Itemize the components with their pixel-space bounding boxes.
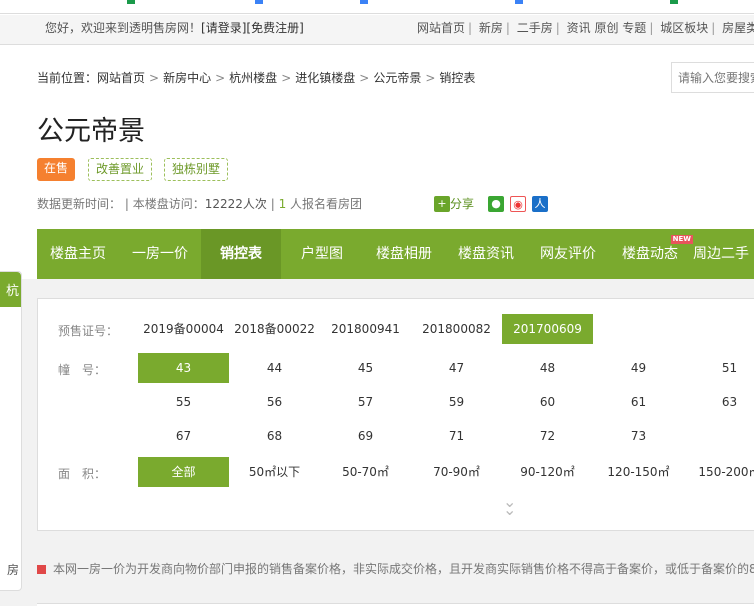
tab-updates-label: 楼盘动态 [622, 246, 678, 262]
top-bar: 您好，欢迎来到透明售房网！[请登录][免费注册] 网站首页 | 新房 | 二手房 | … [0, 15, 754, 45]
tab-sales-table[interactable]: 销控表 [201, 229, 281, 279]
area-option[interactable]: 150-200㎡ [684, 457, 754, 487]
tab-news[interactable]: 楼盘资讯 [445, 229, 527, 279]
renren-icon[interactable]: 人 [532, 195, 549, 212]
top-link-news[interactable]: 资讯 原创 专题 [567, 21, 647, 35]
breadcrumb-item: 销控表 [439, 71, 476, 85]
building-option[interactable]: 72 [502, 421, 593, 451]
building-option[interactable]: 55 [138, 387, 229, 417]
building-option[interactable]: 59 [411, 387, 502, 417]
expand-chevron-icon[interactable]: ⌄ ⌄ [503, 494, 516, 518]
register-link[interactable]: [免费注册] [246, 21, 303, 35]
status-badge: 在售 [37, 158, 76, 181]
tab-home[interactable]: 楼盘主页 [37, 229, 119, 279]
breadcrumb: 当前位置：网站首页 > 新房中心 > 杭州楼盘 > 进化镇楼盘 > 公元帝景 > 销控表 [37, 71, 476, 85]
filter-panel: 预售证号： 幢 号： 面 积： ⌄ ⌄ 2019备00004 2018备00022 2… [37, 298, 754, 531]
building-option[interactable]: 68 [229, 421, 320, 451]
breadcrumb-item[interactable]: 公元帝景 [373, 71, 421, 85]
tag-upgrade: 改善置业 [88, 158, 153, 181]
top-link-type[interactable]: 房屋类别 [722, 21, 754, 35]
building-option[interactable]: 60 [502, 387, 593, 417]
top-links: 网站首页| 新房| 二手房| 资讯 原创 专题| 城区板块| 房屋类别 [417, 17, 754, 39]
visits-label: 本楼盘访问： [132, 197, 205, 211]
breadcrumb-item[interactable]: 杭州楼盘 [229, 71, 277, 85]
tab-floorplan[interactable]: 户型图 [281, 229, 363, 279]
building-option[interactable]: 57 [320, 387, 411, 417]
building-option[interactable]: 71 [411, 421, 502, 451]
permit-option[interactable]: 201700609 [502, 314, 593, 344]
building-option[interactable]: 56 [229, 387, 320, 417]
tab-album[interactable]: 楼盘相册 [363, 229, 445, 279]
top-link-new[interactable]: 新房 [479, 21, 503, 35]
top-link-secondhand[interactable]: 二手房 [517, 21, 553, 35]
building-option[interactable]: 69 [320, 421, 411, 451]
top-link-district[interactable]: 城区板块 [660, 21, 708, 35]
new-badge: NEW [670, 235, 693, 244]
signup-count: 1 [278, 197, 287, 211]
breadcrumb-item[interactable]: 新房中心 [163, 71, 211, 85]
search-input[interactable] [671, 62, 754, 93]
permit-option[interactable]: 2018备00022 [229, 314, 320, 344]
main-nav: 楼盘主页 一房一价 销控表 户型图 楼盘相册 楼盘资讯 网友评价 楼盘动态 NEW… [37, 229, 754, 279]
login-link[interactable]: [请登录] [201, 21, 246, 35]
note-marker-icon [37, 565, 46, 574]
share-button[interactable]: 分享 [450, 195, 474, 212]
building-option[interactable]: 63 [684, 387, 754, 417]
page-title: 公元帝景 [37, 116, 145, 147]
plus-icon[interactable]: + [434, 195, 450, 212]
visits-count: 12222人次 [204, 197, 267, 211]
update-time-label: 数据更新时间： [37, 197, 122, 211]
tab-price[interactable]: 一房一价 [119, 229, 201, 279]
signup-label: 人报名看房团 [290, 197, 363, 211]
tab-nearby[interactable]: 周边二手 [691, 229, 751, 279]
building-label: 幢 号： [58, 363, 107, 377]
browser-bookmark-strip [0, 0, 754, 14]
building-option[interactable]: 44 [229, 353, 320, 383]
wechat-icon[interactable]: ● [488, 195, 505, 212]
top-link-home[interactable]: 网站首页 [417, 21, 465, 35]
side-panel-text: 房 [6, 563, 19, 577]
breadcrumb-prefix: 当前位置： [37, 71, 98, 85]
tab-updates[interactable]: 楼盘动态 NEW [609, 229, 693, 279]
disclaimer-text: 本网一房一价为开发商向物价部门申报的销售备案价格，非实际成交价格，且开发商实际销… [53, 562, 754, 576]
side-panel: 杭 房 [0, 271, 22, 591]
permit-label: 预售证号： [58, 324, 119, 338]
area-option[interactable]: 全部 [138, 457, 229, 487]
stats-line: 数据更新时间： | 本楼盘访问：12222人次 | 1 人报名看房团 [37, 197, 363, 211]
permit-option[interactable]: 2019备00004 [138, 314, 229, 344]
building-option[interactable]: 43 [138, 353, 229, 383]
tag-villa: 独栋别墅 [164, 158, 229, 181]
breadcrumb-item[interactable]: 进化镇楼盘 [295, 71, 355, 85]
building-option[interactable]: 47 [411, 353, 502, 383]
breadcrumb-item[interactable]: 网站首页 [97, 71, 145, 85]
building-option[interactable]: 73 [593, 421, 684, 451]
area-option[interactable]: 70-90㎡ [411, 457, 502, 487]
area-option[interactable]: 50㎡以下 [229, 457, 320, 487]
building-option[interactable]: 51 [684, 353, 754, 383]
weibo-icon[interactable]: ◉ [510, 195, 527, 212]
permit-option[interactable]: 201800941 [320, 314, 411, 344]
price-disclaimer: 本网一房一价为开发商向物价部门申报的销售备案价格，非实际成交价格，且开发商实际销… [37, 560, 754, 577]
area-option[interactable]: 50-70㎡ [320, 457, 411, 487]
area-option[interactable]: 90-120㎡ [502, 457, 593, 487]
building-option[interactable]: 67 [138, 421, 229, 451]
building-option[interactable]: 49 [593, 353, 684, 383]
side-panel-header[interactable]: 杭 [0, 272, 21, 307]
building-option[interactable]: 45 [320, 353, 411, 383]
area-label: 面 积： [58, 467, 107, 481]
share-bar: + 分享 ● ◉ 人 [434, 195, 549, 212]
welcome-text: 您好，欢迎来到透明售房网！ [45, 21, 202, 35]
tab-reviews[interactable]: 网友评价 [527, 229, 609, 279]
permit-option[interactable]: 201800082 [411, 314, 502, 344]
building-option[interactable]: 48 [502, 353, 593, 383]
building-option[interactable]: 61 [593, 387, 684, 417]
area-option[interactable]: 120-150㎡ [593, 457, 684, 487]
